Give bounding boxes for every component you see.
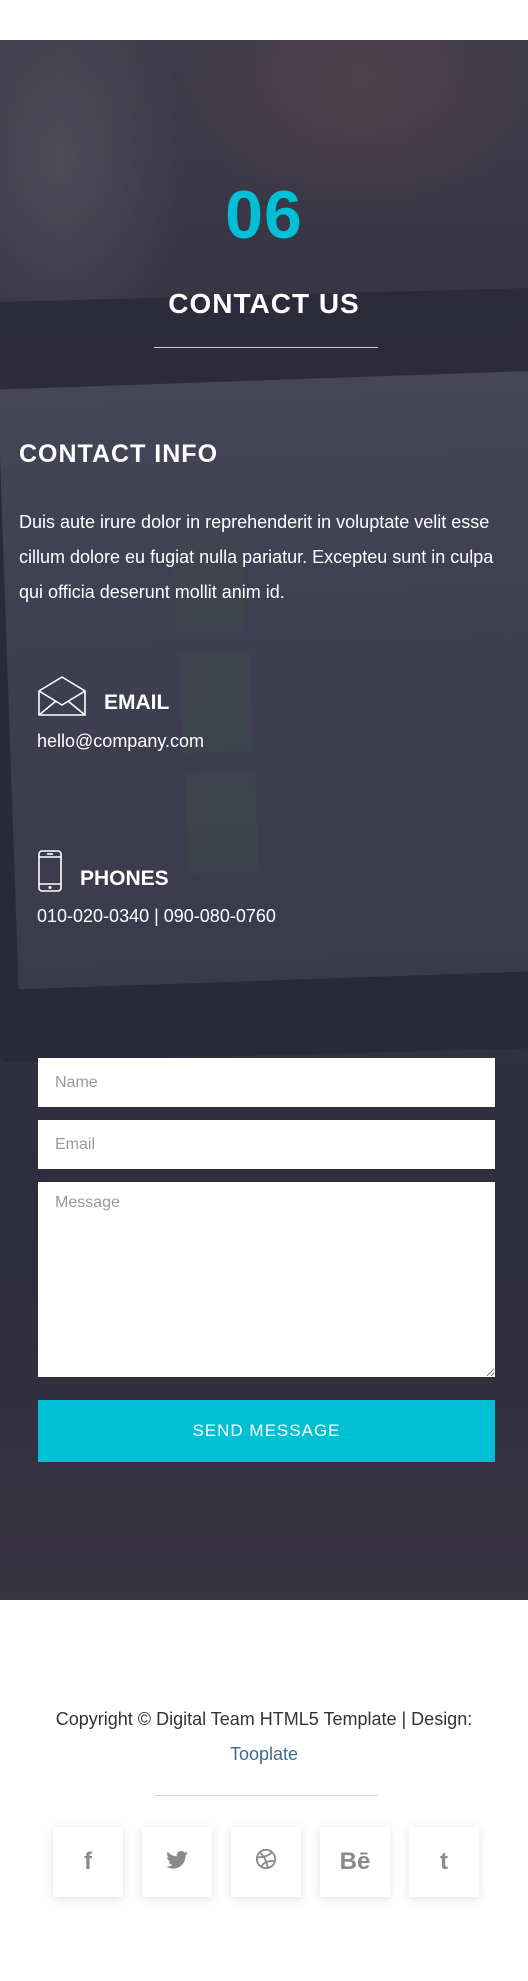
footer-copyright: Copyright © Digital Team HTML5 Template …: [0, 1702, 528, 1772]
phone-numbers: 010-020-0340 | 090-080-0760: [37, 906, 276, 926]
behance-button[interactable]: Bē: [320, 1827, 390, 1897]
tumblr-icon: t: [440, 1848, 448, 1875]
behance-icon: Bē: [339, 1848, 371, 1875]
twitter-button[interactable]: [142, 1827, 212, 1897]
facebook-button[interactable]: f: [53, 1827, 123, 1897]
dribbble-icon: [255, 1848, 277, 1877]
email-label: EMAIL: [104, 691, 170, 714]
message-textarea[interactable]: [38, 1182, 495, 1377]
phones-label: PHONES: [80, 867, 169, 890]
tumblr-button[interactable]: t: [409, 1827, 479, 1897]
copyright-text: Copyright © Digital Team HTML5 Template …: [55, 1709, 473, 1729]
facebook-icon: f: [84, 1848, 92, 1875]
email-input[interactable]: [38, 1120, 495, 1169]
name-input[interactable]: [38, 1058, 495, 1107]
title-divider: [154, 347, 378, 348]
contact-section: 06 CONTACT US CONTACT INFO Duis aute iru…: [0, 40, 528, 1600]
section-title: CONTACT US: [168, 288, 360, 319]
send-message-button[interactable]: SEND MESSAGE: [38, 1400, 495, 1462]
tooplate-link[interactable]: Tooplate: [230, 1744, 298, 1764]
social-links: f Bē t: [0, 1827, 528, 1899]
dribbble-button[interactable]: [231, 1827, 301, 1897]
twitter-icon: [166, 1848, 188, 1876]
mobile-phone-icon: [37, 850, 63, 897]
contact-info-heading: CONTACT INFO: [19, 440, 219, 468]
email-address-link[interactable]: hello@company.com: [37, 731, 204, 752]
envelope-icon: [37, 675, 87, 722]
section-number: 06: [225, 177, 303, 253]
footer-divider: [154, 1795, 378, 1796]
contact-info-text: Duis aute irure dolor in reprehenderit i…: [19, 512, 494, 602]
